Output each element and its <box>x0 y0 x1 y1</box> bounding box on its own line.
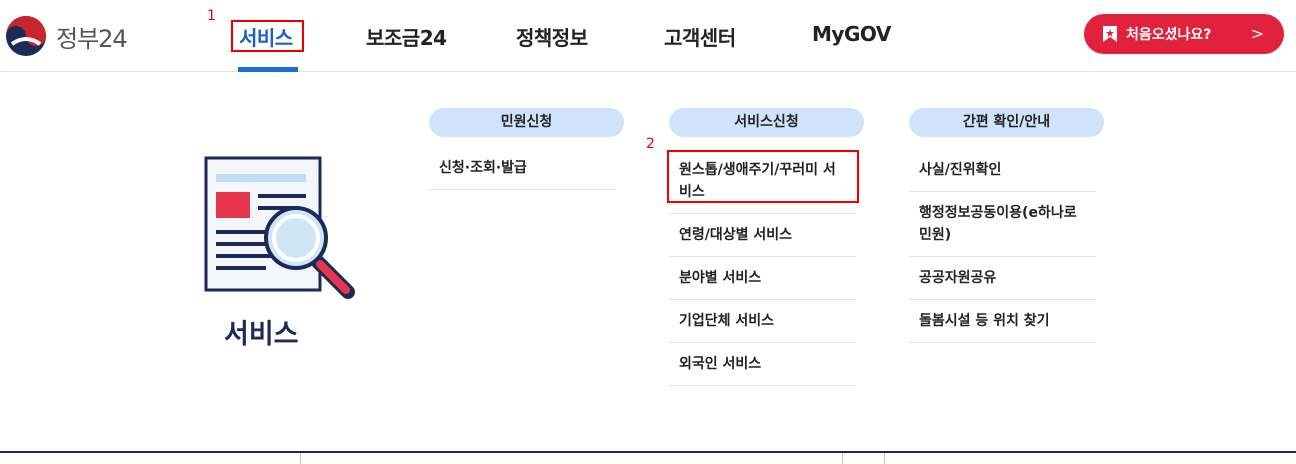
column-title: 간편 확인/안내 <box>909 108 1104 137</box>
hero-title: 서비스 <box>224 319 299 350</box>
nav-policy-info[interactable]: 정책정보 <box>516 22 588 51</box>
first-visit-button[interactable]: 처음오셨나요? > <box>1084 14 1284 54</box>
first-visit-label: 처음오셨나요? <box>1126 27 1212 43</box>
site-logo[interactable]: 정부24 <box>4 14 128 58</box>
nav-subsidy24[interactable]: 보조금24 <box>366 22 447 51</box>
nav-mygov[interactable]: MyGOV <box>812 22 891 46</box>
menu-item-business[interactable]: 기업단체 서비스 <box>669 300 856 343</box>
divider <box>884 453 885 464</box>
active-nav-underline <box>238 67 298 72</box>
top-header: 정부24 1 서비스 보조금24 정책정보 고객센터 MyGOV 처음오셨나요?… <box>0 0 1296 72</box>
logo-text: 정부24 <box>56 24 128 53</box>
menu-item-care-facility[interactable]: 돌봄시설 등 위치 찾기 <box>909 300 1096 343</box>
menu-item-admin-info-sharing[interactable]: 행정정보공동이용(e하나로민원) <box>909 192 1096 257</box>
column-title: 서비스신청 <box>669 108 864 137</box>
menu-item-age-target[interactable]: 연령/대상별 서비스 <box>669 214 856 257</box>
column-title: 민원신청 <box>429 108 624 137</box>
annotation-1: 1 <box>207 8 216 24</box>
menu-item-apply-inquire-issue[interactable]: 신청·조회·발급 <box>429 147 616 190</box>
menu-item-fact-check[interactable]: 사실/진위확인 <box>909 149 1096 192</box>
column-civil-application: 민원신청 신청·조회·발급 <box>429 108 624 190</box>
divider <box>300 453 301 464</box>
highlight-box-onestop <box>667 150 859 203</box>
divider <box>842 453 843 464</box>
column-quick-check: 간편 확인/안내 사실/진위확인 행정정보공동이용(e하나로민원) 공공자원공유… <box>909 108 1104 343</box>
nav-customer-center[interactable]: 고객센터 <box>664 22 736 51</box>
menu-item-by-field[interactable]: 분야별 서비스 <box>669 257 856 300</box>
menu-item-public-resource[interactable]: 공공자원공유 <box>909 257 1096 300</box>
highlight-box-service <box>231 20 304 52</box>
annotation-2: 2 <box>646 136 655 152</box>
menu-item-foreigner[interactable]: 외국인 서비스 <box>669 343 856 386</box>
chevron-right-icon: > <box>1250 24 1264 43</box>
bottom-content-edge <box>0 451 1296 464</box>
document-magnifier-icon <box>204 156 355 299</box>
taegeuk-logo-icon <box>6 16 46 56</box>
bookmark-star-icon <box>1103 26 1117 42</box>
